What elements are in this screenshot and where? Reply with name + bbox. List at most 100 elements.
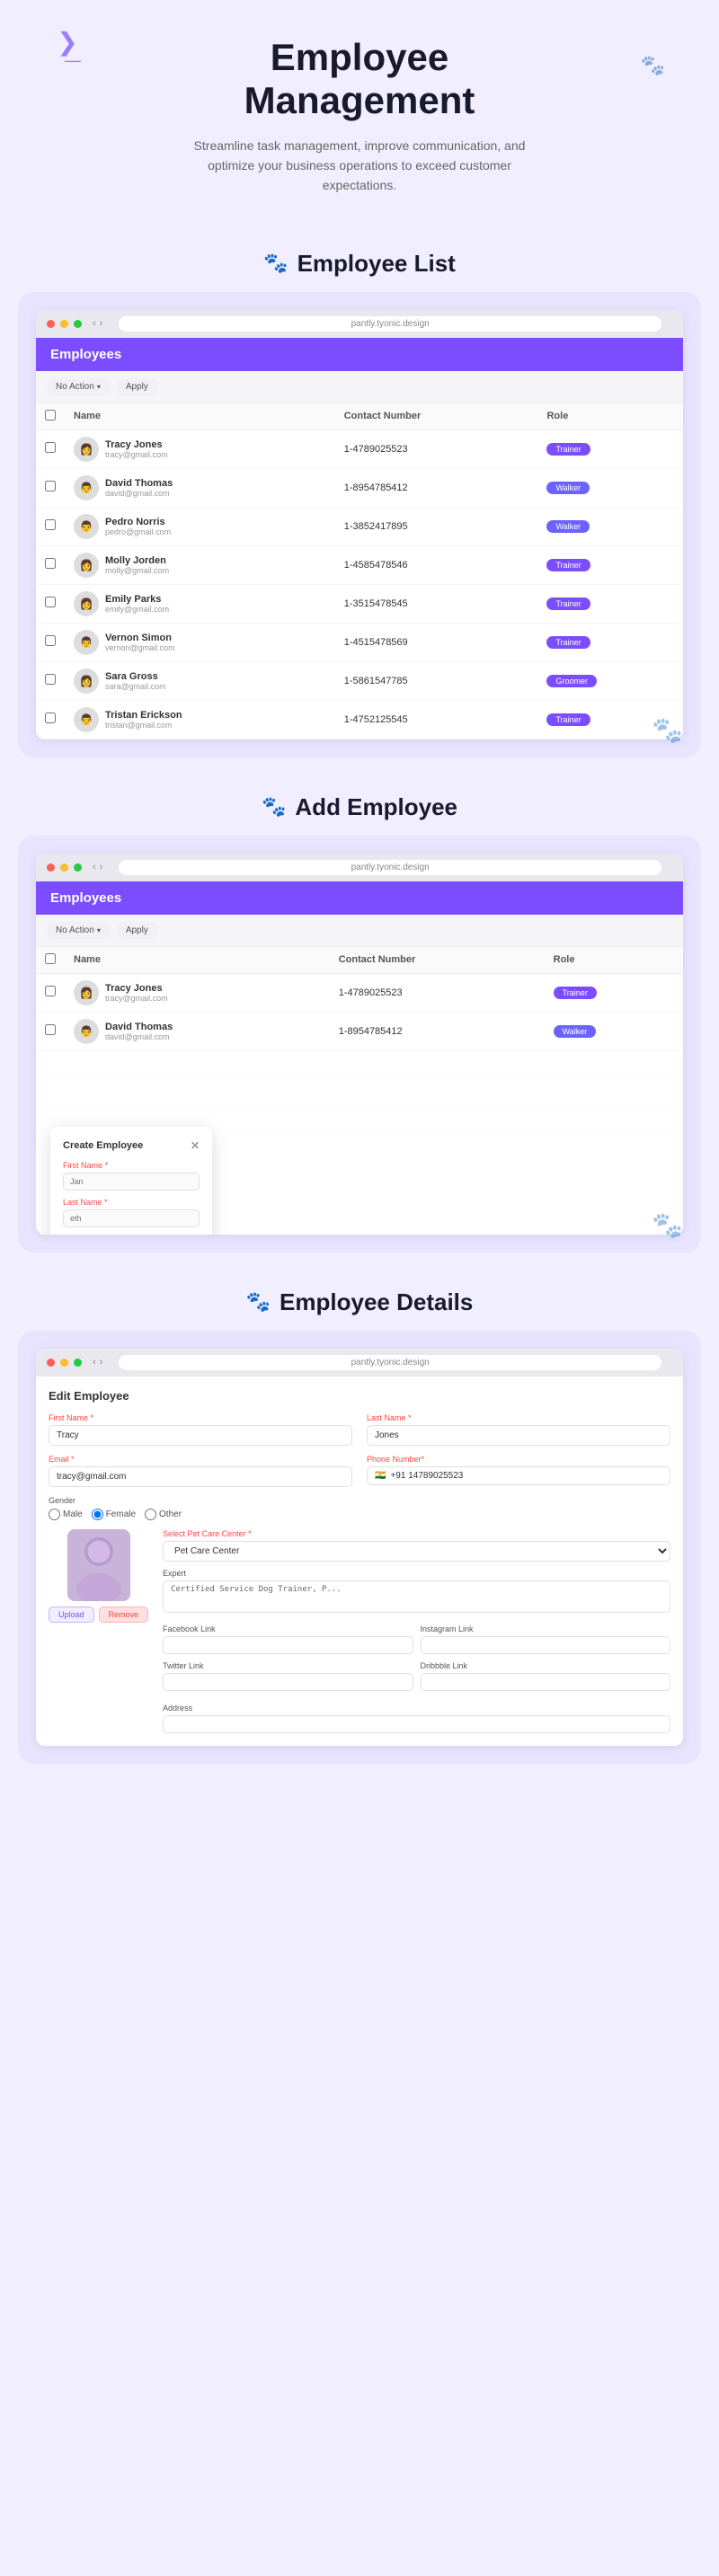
gender-other-radio[interactable] [145,1509,156,1520]
browser-bar-3: ‹ › pantly.tyonic.design [36,1349,683,1377]
hero-icon-right: 🐾 [641,54,665,77]
dot-yellow-2[interactable] [60,863,68,872]
browser-window-3: ‹ › pantly.tyonic.design Edit Employee F… [36,1349,683,1746]
dot-red-2[interactable] [47,863,55,872]
row-checkbox[interactable] [45,558,56,569]
row-checkbox[interactable] [45,597,56,607]
name-column-header-2: Name [65,947,330,974]
dot-green-1[interactable] [74,320,82,328]
edit-email: Email * [49,1455,352,1487]
nav-forward-1[interactable]: › [100,318,103,329]
bottom-section: Upload Remove Select Pet Care Center * P… [49,1529,670,1733]
address-label: Address [163,1704,670,1713]
instagram-input[interactable] [421,1636,670,1654]
employee-table-container: Name Contact Number Role 👩 [36,403,683,739]
address-field: Address [163,1704,670,1733]
row-checkbox[interactable] [45,986,56,996]
twitter-label: Twitter Link [163,1661,413,1670]
phone-value: +91 14789025523 [390,1471,463,1481]
upload-avatar-button[interactable]: Upload [49,1607,94,1623]
row-checkbox[interactable] [45,519,56,530]
address-input[interactable] [163,1715,670,1733]
nav-back-2[interactable]: ‹ [93,862,96,872]
table-row: 👩 Tracy Jones tracy@gmail.com 1-47890255… [36,429,683,468]
employees-header-2: Employees [36,881,683,915]
select-all-checkbox[interactable] [45,410,56,420]
nav-forward-2[interactable]: › [100,862,103,872]
hero-icon: ❯— [54,27,81,70]
first-name-label: First Name * [63,1161,200,1170]
facebook-input[interactable] [163,1636,413,1654]
avatar: 👩 [74,668,99,694]
browser-url-2: pantly.tyonic.design [119,860,661,875]
select-all-checkbox-2[interactable] [45,953,56,964]
paw-icon-1: 🐾 [263,252,288,275]
edit-first-name-input[interactable] [49,1425,352,1446]
facebook-field: Facebook Link [163,1624,413,1654]
row-checkbox[interactable] [45,1024,56,1035]
add-employee-card: ‹ › pantly.tyonic.design Employees No Ac… [18,836,701,1253]
row-checkbox[interactable] [45,674,56,685]
facebook-label: Facebook Link [163,1624,413,1633]
avatar: 👩 [74,591,99,616]
nav-forward-3[interactable]: › [100,1357,103,1368]
nav-back-1[interactable]: ‹ [93,318,96,329]
modal-close-button[interactable]: ✕ [191,1139,200,1152]
avatar: 👩 [74,980,99,1005]
pet-care-select[interactable]: Pet Care Center [163,1541,670,1562]
remove-avatar-button[interactable]: Remove [99,1607,149,1623]
apply-button[interactable]: Apply [117,378,157,395]
deco-paw-2: 🐾 [652,1210,683,1240]
table-header-row: Name Contact Number Role [36,403,683,430]
first-name-input[interactable] [63,1173,200,1191]
apply-button-2[interactable]: Apply [117,922,157,939]
hero-section: ❯— 🐾 Employee Management Streamline task… [0,0,719,223]
dribbble-input[interactable] [421,1673,670,1691]
twitter-input[interactable] [163,1673,413,1691]
modal-title: Create Employee ✕ [63,1139,200,1152]
row-checkbox[interactable] [45,442,56,453]
dot-green-3[interactable] [74,1359,82,1367]
gender-row-container: Gender Male Female Other [49,1496,670,1520]
dot-red-3[interactable] [47,1359,55,1367]
edit-email-input[interactable] [49,1466,352,1487]
row-checkbox[interactable] [45,635,56,646]
instagram-field: Instagram Link [421,1624,670,1654]
table-header-row-2: Name Contact Number Role [36,947,683,974]
expert-textarea[interactable]: Certified Service Dog Trainer, P... [163,1580,670,1613]
dot-green-2[interactable] [74,863,82,872]
avatar: 👩 [74,437,99,462]
avatar-large [67,1529,130,1601]
dot-yellow-1[interactable] [60,320,68,328]
dot-yellow-3[interactable] [60,1359,68,1367]
twitter-field: Twitter Link [163,1661,413,1691]
links-grid: Facebook Link Instagram Link Twitter Lin… [163,1624,670,1691]
nav-back-3[interactable]: ‹ [93,1357,96,1368]
edit-last-name: Last Name * [367,1413,670,1446]
table-row: 👨 David Thomas david@gmail.com 1-8954785… [36,1012,683,1050]
gender-male-radio[interactable] [49,1509,60,1520]
pet-care-label: Select Pet Care Center * [163,1529,670,1538]
no-action-button[interactable]: No Action ▾ [47,378,110,395]
dot-red-1[interactable] [47,320,55,328]
create-employee-modal: Create Employee ✕ First Name * Last Name… [50,1127,212,1235]
avatar: 👨 [74,707,99,732]
gender-male[interactable]: Male [49,1509,83,1520]
last-name-input[interactable] [63,1209,200,1227]
row-checkbox[interactable] [45,713,56,723]
table-toolbar-2: No Action ▾ Apply [36,915,683,947]
row-checkbox[interactable] [45,481,56,491]
browser-window-1: ‹ › pantly.tyonic.design Employees No Ac… [36,310,683,739]
deco-paw-1: 🐾 [652,715,683,745]
table-row: 👨 Pedro Norris pedro@gmail.com 1-3852417… [36,507,683,545]
role-column-header-2: Role [545,947,683,974]
gender-female-radio[interactable] [92,1509,103,1520]
gender-other[interactable]: Other [145,1509,182,1520]
no-action-button-2[interactable]: No Action ▾ [47,922,110,939]
edit-email-label: Email * [49,1455,352,1464]
dribbble-field: Dribbble Link [421,1661,670,1691]
edit-last-name-input[interactable] [367,1425,670,1446]
right-form-section: Select Pet Care Center * Pet Care Center… [163,1529,670,1733]
gender-female[interactable]: Female [92,1509,136,1520]
contact-column-header: Contact Number [335,403,538,430]
